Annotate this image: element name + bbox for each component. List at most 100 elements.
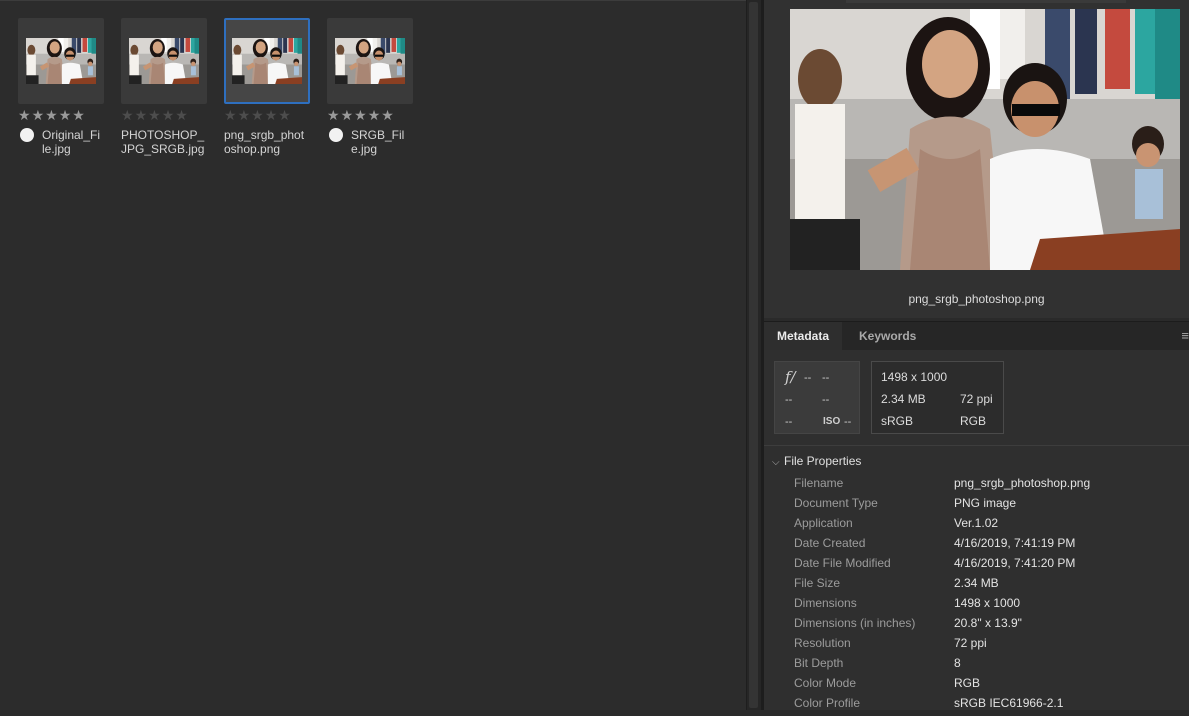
tab-keywords[interactable]: Keywords — [846, 322, 929, 351]
exposure-value: -- — [785, 394, 793, 406]
star-icon[interactable]: ★ — [381, 108, 394, 122]
property-key: Color Profile — [794, 696, 861, 710]
shutter-value: -- — [822, 372, 830, 384]
star-icon[interactable]: ★ — [278, 108, 291, 122]
content-scrollbar[interactable] — [746, 0, 761, 710]
star-rating[interactable]: ★ ★ ★ ★ ★ — [224, 108, 291, 122]
thumbnail-item[interactable]: ★ ★ ★ ★ ★ Original_File.jpg — [18, 18, 104, 156]
star-icon[interactable]: ★ — [175, 108, 188, 122]
tab-metadata[interactable]: Metadata — [764, 322, 843, 351]
star-icon[interactable]: ★ — [327, 108, 340, 122]
property-key: File Size — [794, 576, 841, 590]
panel-menu-icon[interactable]: ≡ — [1181, 329, 1189, 342]
camera-info-box: f/ -- -- -- -- -- ISO -- — [774, 361, 860, 434]
property-key: Dimensions (in inches) — [794, 616, 916, 630]
aperture-value: -- — [804, 372, 812, 384]
star-icon[interactable]: ★ — [162, 108, 175, 122]
property-key: Filename — [794, 476, 844, 490]
star-icon[interactable]: ★ — [59, 108, 72, 122]
thumbnail-item-selected[interactable]: ★ ★ ★ ★ ★ png_srgb_photoshop.png — [224, 18, 310, 156]
property-value: RGB — [954, 676, 981, 690]
property-key: Document Type — [794, 496, 878, 510]
label-circle-icon[interactable] — [20, 128, 34, 142]
star-rating[interactable]: ★ ★ ★ ★ ★ — [327, 108, 394, 122]
iso-label: ISO — [823, 416, 841, 427]
focal-length-value: -- — [822, 394, 830, 406]
star-icon[interactable]: ★ — [238, 108, 251, 122]
thumbnail-image — [26, 38, 96, 84]
thumbnail-image — [232, 38, 302, 84]
star-icon[interactable]: ★ — [224, 108, 237, 122]
aperture-icon: f/ — [785, 368, 796, 386]
property-row: Color Profile sRGB IEC61966-2.1 — [794, 696, 1184, 716]
thumbnail-item[interactable]: ★ ★ ★ ★ ★ PHOTOSHOP_JPG_SRGB.jpg — [121, 18, 207, 156]
property-row: Document Type PNG image — [794, 496, 1184, 516]
thumbnail-frame[interactable] — [121, 18, 207, 104]
preview-image[interactable] — [790, 9, 1180, 270]
thumbnail-item[interactable]: ★ ★ ★ ★ ★ SRGB_File.jpg — [327, 18, 413, 156]
property-value: Ver.1.02 — [954, 516, 999, 530]
property-key: Date Created — [794, 536, 866, 550]
white-balance-value: -- — [785, 416, 793, 428]
thumbnail-filename[interactable]: Original_File.jpg — [42, 128, 102, 156]
property-value: 1498 x 1000 — [954, 596, 1021, 610]
thumbnail-frame[interactable] — [327, 18, 413, 104]
file-properties-title: File Properties — [784, 454, 862, 468]
file-dimensions: 1498 x 1000 — [881, 370, 948, 384]
property-row: Resolution 72 ppi — [794, 636, 1184, 656]
star-icon[interactable]: ★ — [368, 108, 381, 122]
property-key: Color Mode — [794, 676, 857, 690]
property-value: 20.8" x 13.9" — [954, 616, 1022, 630]
star-icon[interactable]: ★ — [341, 108, 354, 122]
property-row: Filename png_srgb_photoshop.png — [794, 476, 1184, 496]
star-icon[interactable]: ★ — [32, 108, 45, 122]
star-icon[interactable]: ★ — [135, 108, 148, 122]
property-row: Color Mode RGB — [794, 676, 1184, 696]
metadata-tabbar: Metadata Keywords ≡ — [764, 321, 1189, 351]
thumbnail-filename[interactable]: png_srgb_photoshop.png — [224, 128, 308, 156]
thumbnail-filename[interactable]: PHOTOSHOP_JPG_SRGB.jpg — [121, 128, 205, 156]
thumbnail-image — [129, 38, 199, 84]
thumbnail-filename[interactable]: SRGB_File.jpg — [351, 128, 411, 156]
content-panel: ★ ★ ★ ★ ★ Original_File.jpg ★ ★ ★ ★ ★ PHOTOSHOP_… — [0, 0, 746, 710]
property-value: 4/16/2019, 7:41:19 PM — [954, 536, 1076, 550]
file-color-mode: RGB — [960, 414, 987, 428]
property-value: 8 — [954, 656, 961, 670]
property-key: Resolution — [794, 636, 851, 650]
chevron-down-icon[interactable]: ⌵ — [772, 457, 784, 468]
star-rating[interactable]: ★ ★ ★ ★ ★ — [121, 108, 188, 122]
star-icon[interactable]: ★ — [18, 108, 31, 122]
file-size: 2.34 MB — [881, 392, 926, 406]
thumbnail-frame[interactable] — [18, 18, 104, 104]
content-divider — [0, 0, 746, 1]
metadata-divider — [764, 445, 1189, 446]
property-key: Date File Modified — [794, 556, 891, 570]
property-row: Date File Modified 4/16/2019, 7:41:20 PM — [794, 556, 1184, 576]
file-properties-header[interactable]: ⌵ File Properties — [772, 454, 861, 468]
property-key: Application — [794, 516, 853, 530]
star-icon[interactable]: ★ — [265, 108, 278, 122]
property-row: File Size 2.34 MB — [794, 576, 1184, 596]
metadata-panel: f/ -- -- -- -- -- ISO -- 1498 x 1000 2.3… — [764, 350, 1189, 710]
star-icon[interactable]: ★ — [148, 108, 161, 122]
star-rating[interactable]: ★ ★ ★ ★ ★ — [18, 108, 85, 122]
star-icon[interactable]: ★ — [354, 108, 367, 122]
file-info-box: 1498 x 1000 2.34 MB 72 ppi sRGB RGB — [871, 361, 1004, 434]
preview-caption: png_srgb_photoshop.png — [908, 292, 1045, 306]
file-color-profile: sRGB — [881, 414, 914, 428]
preview-panel: png_srgb_photoshop.png — [764, 0, 1189, 318]
thumbnail-frame[interactable] — [224, 18, 310, 104]
star-icon[interactable]: ★ — [72, 108, 85, 122]
iso-value: -- — [844, 416, 852, 428]
property-row: Dimensions (in inches) 20.8" x 13.9" — [794, 616, 1184, 636]
property-row: Bit Depth 8 — [794, 656, 1184, 676]
property-value: 2.34 MB — [954, 576, 999, 590]
property-row: Date Created 4/16/2019, 7:41:19 PM — [794, 536, 1184, 556]
star-icon[interactable]: ★ — [251, 108, 264, 122]
star-icon[interactable]: ★ — [121, 108, 134, 122]
label-circle-icon[interactable] — [329, 128, 343, 142]
property-value: 72 ppi — [954, 636, 987, 650]
scrollbar-thumb[interactable] — [749, 2, 758, 708]
property-row: Application Ver.1.02 — [794, 516, 1184, 536]
star-icon[interactable]: ★ — [45, 108, 58, 122]
